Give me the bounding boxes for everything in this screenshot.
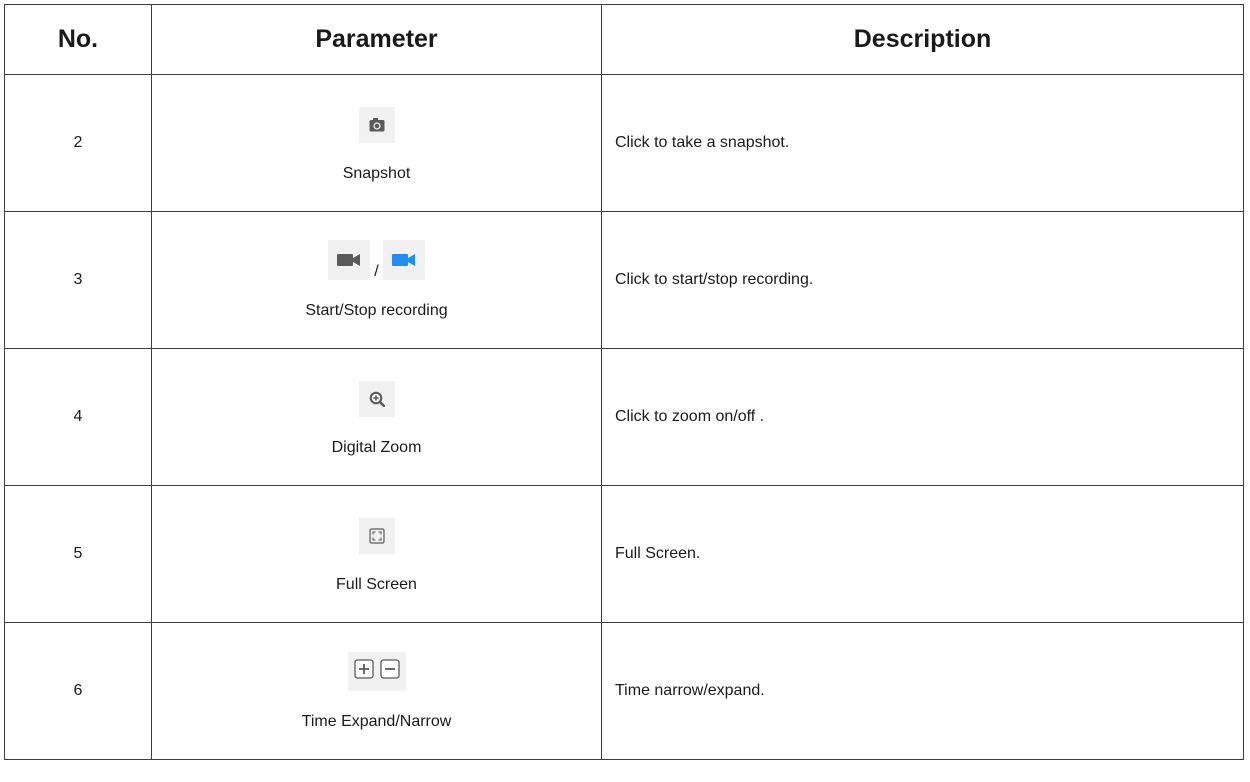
description-cell: Full Screen. (601, 485, 1244, 623)
row-number: 2 (4, 74, 152, 212)
row-number: 5 (4, 485, 152, 623)
row-number: 4 (4, 348, 152, 486)
table-row: 4 Digital Zoom Click to zoom on/off . (4, 348, 1244, 486)
camera-icon[interactable] (358, 107, 395, 143)
header-description: Description (601, 4, 1244, 75)
minus-box-icon[interactable] (379, 659, 400, 684)
parameter-cell: / Start/Stop recording (151, 211, 602, 349)
plus-box-icon[interactable] (353, 659, 374, 684)
icon-group (152, 377, 601, 417)
parameter-cell: Full Screen (151, 485, 602, 623)
parameter-table: No. Parameter Description 2 Snapshot Cli… (4, 4, 1244, 760)
parameter-label: Digital Zoom (331, 439, 422, 456)
parameter-label: Start/Stop recording (305, 302, 448, 319)
fullscreen-icon[interactable] (358, 518, 395, 554)
table-row: 6 Time Expand/Narrow Time narrow/expand. (4, 622, 1244, 760)
parameter-cell: Time Expand/Narrow (151, 622, 602, 760)
row-number: 6 (4, 622, 152, 760)
icon-group (152, 514, 601, 554)
table-row: 5 Full Screen Full Screen. (4, 485, 1244, 623)
zoom-in-icon[interactable] (358, 381, 395, 417)
description-cell: Click to zoom on/off . (601, 348, 1244, 486)
time-zoom-controls (347, 652, 406, 691)
description-cell: Click to take a snapshot. (601, 74, 1244, 212)
icon-group (152, 103, 601, 143)
description-cell: Time narrow/expand. (601, 622, 1244, 760)
icon-group (152, 651, 601, 691)
header-no: No. (4, 4, 152, 75)
header-parameter: Parameter (151, 4, 602, 75)
separator-slash: / (374, 263, 379, 280)
video-camera-icon[interactable] (328, 240, 371, 280)
parameter-label: Snapshot (342, 165, 411, 182)
video-camera-active-icon[interactable] (382, 240, 425, 280)
table-row: 3 / Start/Stop recording Click to start/… (4, 211, 1244, 349)
parameter-label: Full Screen (336, 576, 417, 593)
row-number: 3 (4, 211, 152, 349)
table-header-row: No. Parameter Description (4, 4, 1244, 75)
parameter-cell: Snapshot (151, 74, 602, 212)
parameter-label: Time Expand/Narrow (301, 713, 452, 730)
icon-group: / (152, 240, 601, 280)
table-row: 2 Snapshot Click to take a snapshot. (4, 74, 1244, 212)
parameter-cell: Digital Zoom (151, 348, 602, 486)
description-cell: Click to start/stop recording. (601, 211, 1244, 349)
